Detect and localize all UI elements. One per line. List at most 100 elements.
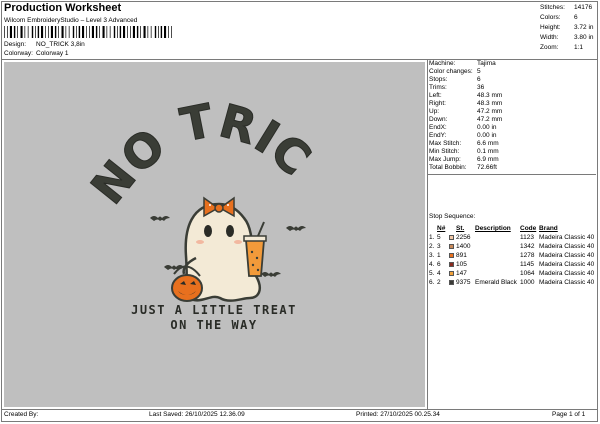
info-value: 0.00 in bbox=[477, 124, 497, 131]
info-row: Machine: Tajima bbox=[429, 60, 502, 68]
cell-sequence: 1. bbox=[429, 234, 435, 241]
stat-label: Zoom: bbox=[540, 44, 559, 51]
col-header-description: Description bbox=[475, 225, 511, 232]
info-value: 48.3 mm bbox=[477, 92, 503, 99]
last-saved: Last Saved: 26/10/2025 12.36.09 bbox=[149, 411, 245, 418]
stat-value: 6 bbox=[574, 14, 578, 21]
cell-needle: 5 bbox=[437, 234, 441, 241]
color-swatch bbox=[449, 235, 454, 240]
info-label: Min Stitch: bbox=[429, 148, 460, 155]
info-value: 0.00 in bbox=[477, 132, 497, 139]
info-label: Max Jump: bbox=[429, 156, 461, 163]
stat-row: Width: 3.80 in bbox=[540, 33, 594, 43]
info-divider bbox=[428, 174, 596, 175]
cell-code: 1342 bbox=[520, 243, 535, 250]
cell-stitches: 147 bbox=[456, 270, 467, 277]
cell-brand: Madeira Classic 40 bbox=[539, 234, 595, 241]
cell-needle: 1 bbox=[437, 252, 441, 259]
info-row: Trims: 36 bbox=[429, 84, 502, 92]
cell-code: 1000 bbox=[520, 279, 535, 286]
cell-brand: Madeira Classic 40 bbox=[539, 252, 595, 259]
info-row: EndY: 0.00 in bbox=[429, 132, 502, 140]
info-label: Down: bbox=[429, 116, 448, 123]
cell-sequence: 5. bbox=[429, 270, 435, 277]
cell-sequence: 2. bbox=[429, 243, 435, 250]
cell-code: 1064 bbox=[520, 270, 535, 277]
info-value: 6.6 mm bbox=[477, 140, 499, 147]
info-label: Color changes: bbox=[429, 68, 473, 75]
info-row: Down: 47.2 mm bbox=[429, 116, 502, 124]
cell-brand: Madeira Classic 40 bbox=[539, 279, 595, 286]
cell-description: Emerald Black bbox=[475, 279, 517, 286]
info-row: Right: 48.3 mm bbox=[429, 100, 502, 108]
col-header-brand: Brand bbox=[539, 225, 558, 232]
info-row: Up: 47.2 mm bbox=[429, 108, 502, 116]
stat-row: Height: 3.72 in bbox=[540, 23, 594, 33]
worksheet-title: Production Worksheet bbox=[4, 2, 122, 14]
info-value: 47.2 mm bbox=[477, 108, 503, 115]
cell-code: 1123 bbox=[520, 234, 534, 241]
color-swatch bbox=[449, 262, 454, 267]
cell-needle: 4 bbox=[437, 270, 441, 277]
machine-info-panel: Machine: Tajima Color changes: 5 Stops: 6 T… bbox=[429, 60, 502, 172]
info-label: EndX: bbox=[429, 124, 447, 131]
cell-stitches: 891 bbox=[456, 252, 467, 259]
info-value: Tajima bbox=[477, 60, 496, 67]
info-value: 72.66ft bbox=[477, 164, 497, 171]
stat-label: Stitches: bbox=[540, 4, 565, 11]
info-row: Left: 48.3 mm bbox=[429, 92, 502, 100]
color-swatch bbox=[449, 244, 454, 249]
color-swatch bbox=[449, 280, 454, 285]
stat-row: Colors: 6 bbox=[540, 13, 594, 23]
arc-title: NO TRICK bbox=[0, 19, 321, 215]
info-value: 36 bbox=[477, 84, 485, 91]
color-swatch bbox=[449, 253, 454, 258]
info-label: Stops: bbox=[429, 76, 448, 83]
stop-sequence-label: Stop Sequence: bbox=[429, 213, 476, 220]
design-subtext-line2: ON THE WAY bbox=[170, 318, 257, 332]
info-label: Trims: bbox=[429, 84, 447, 91]
panel-divider bbox=[427, 59, 428, 409]
info-label: Machine: bbox=[429, 60, 456, 67]
info-value: 6.9 mm bbox=[477, 156, 499, 163]
design-subtext-line1: JUST A LITTLE TREAT bbox=[131, 303, 297, 317]
page-number: Page 1 of 1 bbox=[552, 411, 586, 418]
info-row: Max Jump: 6.9 mm bbox=[429, 156, 502, 164]
info-row: EndX: 0.00 in bbox=[429, 124, 502, 132]
arc-title-text: NO TRICK bbox=[4, 62, 322, 214]
cell-needle: 6 bbox=[437, 261, 441, 268]
barcode bbox=[4, 26, 172, 38]
embroidery-design: NO TRICK bbox=[0, 19, 322, 333]
header-divider bbox=[2, 59, 597, 60]
cell-code: 1278 bbox=[520, 252, 535, 259]
design-name: NO_TRICK 3,8in bbox=[36, 41, 85, 48]
cell-stitches: 9375 bbox=[456, 279, 471, 286]
printed-date: Printed: 27/10/2025 00.25.34 bbox=[356, 411, 440, 418]
info-label: Total Bobbin: bbox=[429, 164, 467, 171]
info-label: EndY: bbox=[429, 132, 447, 139]
design-preview[interactable]: NO TRICK bbox=[0, 19, 425, 407]
software-subtitle: Wilcom EmbroideryStudio – Level 3 Advanc… bbox=[4, 17, 138, 24]
cell-brand: Madeira Classic 40 bbox=[539, 270, 595, 277]
stats-panel: Stitches: 14176 Colors: 6 Height: 3.72 in W… bbox=[540, 3, 594, 53]
info-value: 47.2 mm bbox=[477, 116, 503, 123]
stat-value: 14176 bbox=[574, 4, 593, 11]
info-row: Min Stitch: 0.1 mm bbox=[429, 148, 502, 156]
created-by: Created By: bbox=[4, 411, 39, 418]
info-value: 6 bbox=[477, 76, 481, 83]
cell-brand: Madeira Classic 40 bbox=[539, 261, 595, 268]
info-row: Total Bobbin: 72.66ft bbox=[429, 164, 502, 172]
footer-divider bbox=[2, 409, 597, 410]
colorway-label: Colorway: bbox=[4, 50, 33, 57]
design-label: Design: bbox=[4, 41, 27, 48]
info-value: 5 bbox=[477, 68, 481, 75]
colorway-name: Colorway 1 bbox=[36, 50, 69, 57]
stat-label: Width: bbox=[540, 34, 559, 41]
col-header-st: St. bbox=[456, 225, 465, 232]
info-label: Max Stitch: bbox=[429, 140, 462, 147]
info-value: 0.1 mm bbox=[477, 148, 499, 155]
cell-sequence: 3. bbox=[429, 252, 435, 259]
info-label: Right: bbox=[429, 100, 446, 107]
cell-stitches: 1400 bbox=[456, 243, 471, 250]
info-row: Max Stitch: 6.6 mm bbox=[429, 140, 502, 148]
